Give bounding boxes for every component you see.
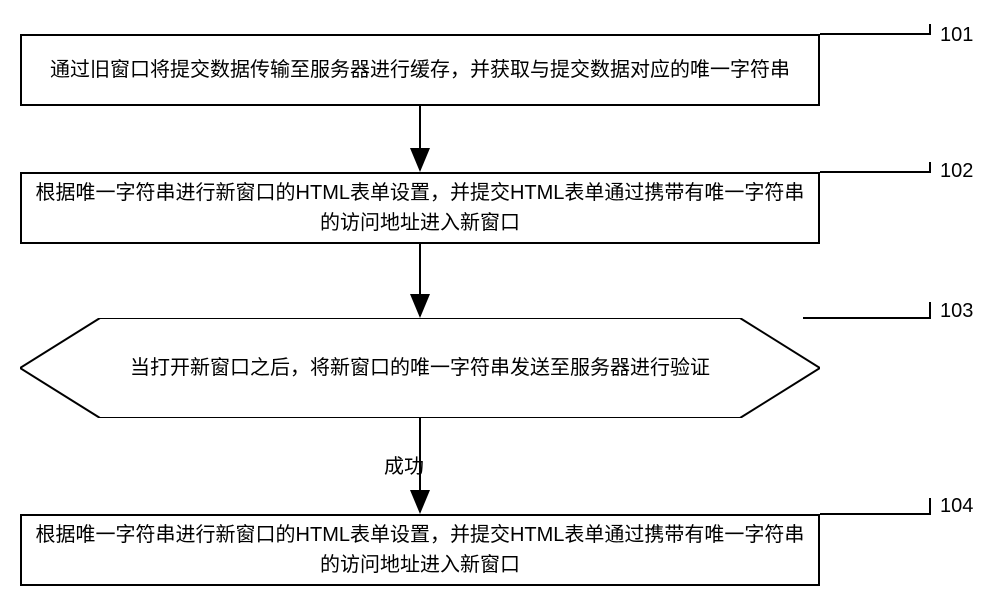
step-2-text: 根据唯一字符串进行新窗口的HTML表单设置，并提交HTML表单通过携带有唯一字符… — [34, 178, 806, 238]
label-101: 101 — [940, 24, 973, 47]
step-1-text: 通过旧窗口将提交数据传输至服务器进行缓存，并获取与提交数据对应的唯一字符串 — [50, 55, 790, 85]
step-4-box: 根据唯一字符串进行新窗口的HTML表单设置，并提交HTML表单通过携带有唯一字符… — [20, 514, 820, 586]
label-102: 102 — [940, 160, 973, 183]
step-2-box: 根据唯一字符串进行新窗口的HTML表单设置，并提交HTML表单通过携带有唯一字符… — [20, 172, 820, 244]
step-3-decision: 当打开新窗口之后，将新窗口的唯一字符串发送至服务器进行验证 — [20, 318, 820, 418]
label-104: 104 — [940, 495, 973, 518]
step-1-box: 通过旧窗口将提交数据传输至服务器进行缓存，并获取与提交数据对应的唯一字符串 — [20, 34, 820, 106]
label-103: 103 — [940, 300, 973, 323]
arrow-label-success: 成功 — [380, 450, 428, 479]
step-4-text: 根据唯一字符串进行新窗口的HTML表单设置，并提交HTML表单通过携带有唯一字符… — [34, 520, 806, 580]
step-3-text: 当打开新窗口之后，将新窗口的唯一字符串发送至服务器进行验证 — [130, 357, 710, 379]
